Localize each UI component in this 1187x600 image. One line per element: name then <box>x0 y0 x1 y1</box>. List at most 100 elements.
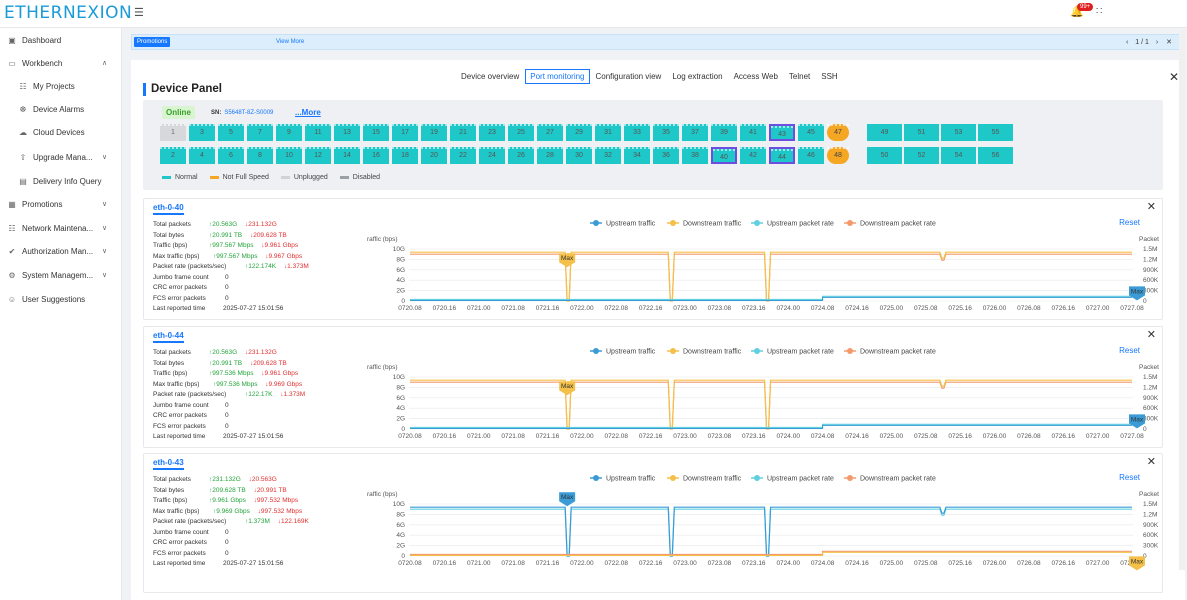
sidebar-item-device-alarms[interactable]: ☸ Device Alarms <box>18 100 84 118</box>
port-16[interactable]: 16 <box>363 147 389 164</box>
port-42[interactable]: 42 <box>740 147 766 164</box>
sidebar-item-dashboard[interactable]: ▣ Dashboard <box>7 31 61 49</box>
tab-ssh[interactable]: SSH <box>816 69 842 84</box>
port-35[interactable]: 35 <box>653 124 679 141</box>
port-38[interactable]: 38 <box>682 147 708 164</box>
port-51[interactable]: 51 <box>904 124 939 141</box>
chevron-down-icon[interactable]: ∨ <box>102 247 107 255</box>
x-tick-label: 0722.16 <box>639 433 663 440</box>
port-13[interactable]: 13 <box>334 124 360 141</box>
sidebar-item-label: Workbench <box>22 58 63 68</box>
port-54[interactable]: 54 <box>941 147 976 164</box>
port-40[interactable]: 40 <box>711 147 737 164</box>
tab-access-web[interactable]: Access Web <box>729 69 783 84</box>
port-41[interactable]: 41 <box>740 124 766 141</box>
port-22[interactable]: 22 <box>450 147 476 164</box>
card-close-icon[interactable]: ✕ <box>1147 328 1156 341</box>
port-20[interactable]: 20 <box>421 147 447 164</box>
tab-device-overview[interactable]: Device overview <box>456 69 524 84</box>
port-43[interactable]: 43 <box>769 124 795 141</box>
port-11[interactable]: 11 <box>305 124 331 141</box>
chevron-down-icon[interactable]: ∨ <box>102 271 107 279</box>
port-1[interactable]: 1 <box>160 124 186 141</box>
port-10[interactable]: 10 <box>276 147 302 164</box>
chevron-down-icon[interactable]: ∨ <box>102 153 107 161</box>
port-36[interactable]: 36 <box>653 147 679 164</box>
alarm-icon: ☸ <box>19 104 27 114</box>
close-icon[interactable]: ✕ <box>1166 39 1172 46</box>
sidebar-item-workbench[interactable]: ▭ Workbench ∧ <box>7 54 107 72</box>
sidebar-item-cloud-devices[interactable]: ☁ Cloud Devices <box>18 123 85 141</box>
port-28[interactable]: 28 <box>537 147 563 164</box>
port-8[interactable]: 8 <box>247 147 273 164</box>
port-50[interactable]: 50 <box>867 147 902 164</box>
sidebar-item-promotions[interactable]: ▦ Promotions ∨ <box>7 195 107 213</box>
port-9[interactable]: 9 <box>276 124 302 141</box>
port-25[interactable]: 25 <box>508 124 534 141</box>
port-53[interactable]: 53 <box>941 124 976 141</box>
apps-grid-icon[interactable]: ∷ <box>1096 6 1102 17</box>
sidebar-item-my-projects[interactable]: ☷ My Projects <box>18 77 74 95</box>
stat-value: 0 <box>225 294 229 302</box>
port-32[interactable]: 32 <box>595 147 621 164</box>
sidebar-item-authorization-man[interactable]: ✔ Authorization Man... ∨ <box>7 242 107 260</box>
sidebar-item-label: Network Maintena... <box>22 223 94 233</box>
card-close-icon[interactable]: ✕ <box>1147 455 1156 468</box>
port-4[interactable]: 4 <box>189 147 215 164</box>
panel-close-icon[interactable]: ✕ <box>1169 70 1179 84</box>
port-5[interactable]: 5 <box>218 124 244 141</box>
next-icon[interactable]: › <box>1156 39 1158 46</box>
scrollbar[interactable] <box>1179 30 1185 570</box>
sidebar-item-system-managem[interactable]: ⚙ System Managem... ∨ <box>7 266 107 284</box>
more-link[interactable]: ...More <box>295 108 321 117</box>
tab-configuration-view[interactable]: Configuration view <box>591 69 667 84</box>
port-37[interactable]: 37 <box>682 124 708 141</box>
sidebar-item-upgrade-mana[interactable]: ⇧ Upgrade Mana... ∨ <box>18 148 107 166</box>
port-44[interactable]: 44 <box>769 147 795 164</box>
port-21[interactable]: 21 <box>450 124 476 141</box>
legend-swatch <box>280 176 290 179</box>
view-more-link[interactable]: View More <box>276 39 304 45</box>
port-46[interactable]: 46 <box>798 147 824 164</box>
port-55[interactable]: 55 <box>978 124 1013 141</box>
port-27[interactable]: 27 <box>537 124 563 141</box>
port-12[interactable]: 12 <box>305 147 331 164</box>
port-19[interactable]: 19 <box>421 124 447 141</box>
sidebar-item-network-maintena[interactable]: ☷ Network Maintena... ∨ <box>7 219 107 237</box>
port-14[interactable]: 14 <box>334 147 360 164</box>
port-49[interactable]: 49 <box>867 124 902 141</box>
chevron-down-icon[interactable]: ∨ <box>102 200 107 208</box>
port-6[interactable]: 6 <box>218 147 244 164</box>
port-34[interactable]: 34 <box>624 147 650 164</box>
port-48[interactable]: 48 <box>827 147 849 164</box>
port-30[interactable]: 30 <box>566 147 592 164</box>
port-26[interactable]: 26 <box>508 147 534 164</box>
card-close-icon[interactable]: ✕ <box>1147 200 1156 213</box>
port-31[interactable]: 31 <box>595 124 621 141</box>
tab-port-monitoring[interactable]: Port monitoring <box>525 69 590 84</box>
prev-icon[interactable]: ‹ <box>1126 39 1128 46</box>
sidebar-item-user-suggestions[interactable]: ☺ User Suggestions <box>7 290 85 308</box>
port-39[interactable]: 39 <box>711 124 737 141</box>
port-56[interactable]: 56 <box>978 147 1013 164</box>
port-24[interactable]: 24 <box>479 147 505 164</box>
port-33[interactable]: 33 <box>624 124 650 141</box>
tab-telnet[interactable]: Telnet <box>784 69 815 84</box>
port-52[interactable]: 52 <box>904 147 939 164</box>
stat-down-value: 20.991 TB <box>256 486 287 494</box>
port-23[interactable]: 23 <box>479 124 505 141</box>
tab-log-extraction[interactable]: Log extraction <box>667 69 727 84</box>
port-29[interactable]: 29 <box>566 124 592 141</box>
chevron-down-icon[interactable]: ∨ <box>102 224 107 232</box>
port-3[interactable]: 3 <box>189 124 215 141</box>
port-47[interactable]: 47 <box>827 124 849 141</box>
port-18[interactable]: 18 <box>392 147 418 164</box>
port-7[interactable]: 7 <box>247 124 273 141</box>
port-15[interactable]: 15 <box>363 124 389 141</box>
port-45[interactable]: 45 <box>798 124 824 141</box>
port-2[interactable]: 2 <box>160 147 186 164</box>
port-17[interactable]: 17 <box>392 124 418 141</box>
sidebar-item-delivery-info-query[interactable]: ▤ Delivery Info Query <box>18 172 101 190</box>
chevron-up-icon[interactable]: ∧ <box>102 59 107 67</box>
menu-toggle-icon[interactable]: ☰ <box>134 6 144 19</box>
